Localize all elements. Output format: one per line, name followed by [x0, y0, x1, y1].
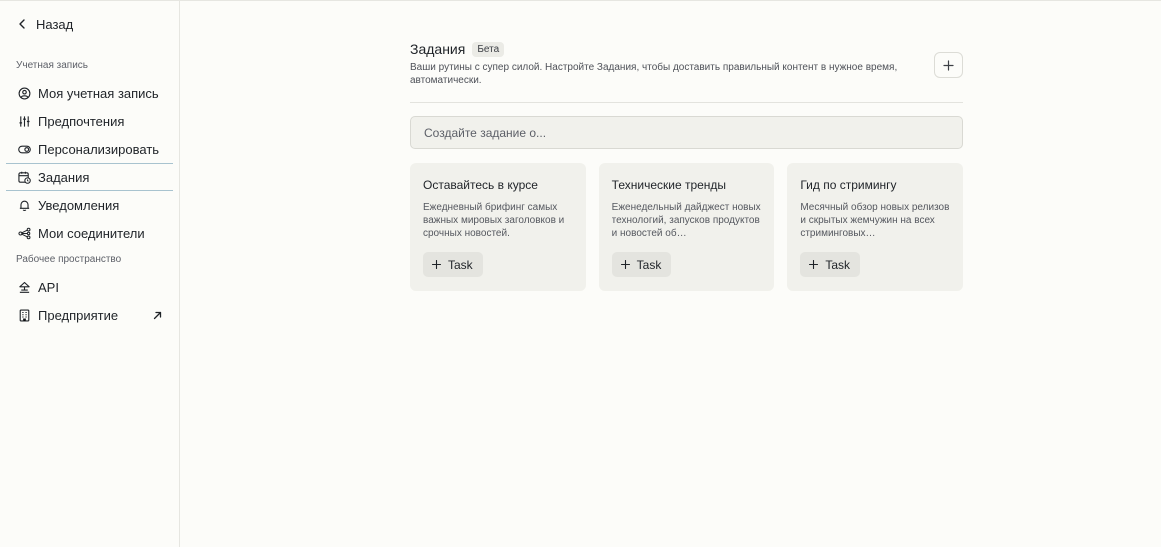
sidebar-item-preferences[interactable]: Предпочтения: [0, 107, 179, 135]
building-icon: [18, 309, 31, 322]
sidebar-item-personalize[interactable]: Персонализировать: [0, 135, 179, 163]
add-task-from-template-button[interactable]: Task: [611, 252, 672, 277]
title-row: Задания Бета: [410, 41, 963, 57]
page-title: Задания: [410, 41, 466, 57]
external-link-icon: [153, 311, 162, 319]
toggle-icon: [18, 143, 31, 156]
plus-icon: [809, 260, 819, 269]
sidebar-item-api[interactable]: API: [0, 273, 179, 301]
add-task-from-template-button[interactable]: Task: [423, 252, 483, 277]
back-label: Назад: [36, 16, 74, 32]
sidebar: Назад Учетная запись Моя учетная запись …: [0, 1, 180, 547]
sidebar-item-label: API: [38, 279, 59, 295]
template-card-stay-informed[interactable]: Оставайтесь в курсе Ежедневный брифинг с…: [410, 163, 586, 291]
sidebar-item-label: Персонализировать: [38, 141, 160, 157]
task-templates: Оставайтесь в курсе Ежедневный брифинг с…: [410, 163, 964, 291]
task-button-label: Task: [636, 257, 662, 272]
task-button-label: Task: [825, 257, 851, 272]
template-card-streaming-guide[interactable]: Гид по стримингу Месячный обзор новых ре…: [787, 163, 964, 291]
plus-icon: [620, 260, 630, 269]
sidebar-item-my-account[interactable]: Моя учетная запись: [0, 79, 179, 107]
sidebar-item-notifications[interactable]: Уведомления: [0, 191, 179, 219]
sidebar-item-label: Моя учетная запись: [38, 85, 159, 101]
card-title: Технические тренды: [611, 178, 727, 192]
plus-icon: [943, 59, 954, 71]
app-window: Назад Учетная запись Моя учетная запись …: [0, 0, 1161, 547]
beta-badge: Бета: [472, 41, 505, 57]
bell-icon: [18, 199, 31, 212]
sidebar-item-connectors[interactable]: Мои соединители: [0, 219, 179, 247]
task-button-label: Task: [448, 257, 473, 272]
main-panel: Задания Бета Ваши рутины с супер силой. …: [180, 1, 1161, 547]
sidebar-item-label: Мои соединители: [38, 225, 145, 241]
sidebar-item-label: Задания: [38, 169, 90, 185]
section-label-workspace: Рабочее пространство: [16, 254, 122, 265]
card-description: Ежедневный брифинг самых важных мировых …: [423, 202, 565, 239]
create-task-field[interactable]: [410, 116, 963, 149]
card-title: Оставайтесь в курсе: [423, 178, 538, 192]
page-header: Задания Бета Ваши рутины с супер силой. …: [410, 41, 963, 103]
chevron-left-icon: [19, 19, 25, 29]
sidebar-item-enterprise[interactable]: Предприятие: [0, 301, 179, 329]
sidebar-item-tasks[interactable]: Задания: [0, 163, 179, 191]
connectors-icon: [18, 227, 31, 240]
add-task-button[interactable]: [934, 52, 963, 78]
plus-icon: [432, 260, 441, 269]
card-description: Еженедельный дайджест новых технологий, …: [611, 202, 761, 239]
back-button[interactable]: Назад: [16, 15, 179, 33]
sidebar-item-label: Предприятие: [38, 307, 119, 323]
sidebar-item-label: Уведомления: [38, 197, 120, 213]
tasks-content: Задания Бета Ваши рутины с супер силой. …: [410, 39, 964, 291]
card-description: Месячный обзор новых релизов и скрытых ж…: [800, 202, 950, 239]
page-description: Ваши рутины с супер силой. Настройте Зад…: [410, 62, 898, 86]
card-title: Гид по стримингу: [800, 178, 897, 192]
sidebar-item-label: Предпочтения: [38, 113, 125, 129]
template-card-tech-trends[interactable]: Технические тренды Еженедельный дайджест…: [598, 163, 775, 291]
sliders-icon: [18, 115, 31, 128]
user-circle-icon: [18, 87, 31, 100]
create-task-input[interactable]: [424, 125, 962, 140]
section-label-account: Учетная запись: [16, 60, 89, 71]
add-task-from-template-button[interactable]: Task: [800, 252, 861, 277]
calendar-clock-icon: [18, 171, 31, 184]
api-icon: [18, 281, 31, 294]
